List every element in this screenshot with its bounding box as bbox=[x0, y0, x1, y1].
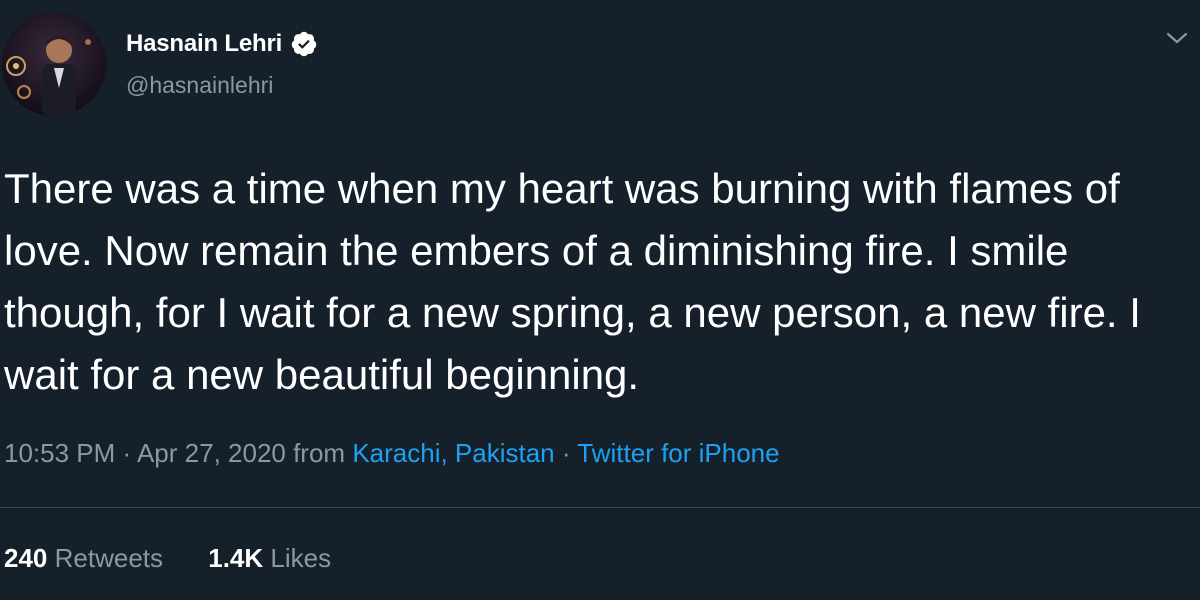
likes-label: Likes bbox=[270, 543, 332, 573]
tweet-date[interactable]: Apr 27, 2020 bbox=[137, 438, 286, 468]
retweets-stat[interactable]: 240 Retweets bbox=[4, 543, 163, 574]
verified-badge-icon bbox=[290, 30, 318, 58]
avatar[interactable] bbox=[2, 12, 106, 116]
meta-separator-2: · bbox=[554, 438, 578, 468]
meta-from-label: from bbox=[285, 438, 353, 468]
tweet-text: There was a time when my heart was burni… bbox=[4, 165, 1141, 398]
tweet-stats: 240 Retweets 1.4K Likes bbox=[4, 543, 369, 574]
likes-count: 1.4K bbox=[208, 543, 264, 573]
retweets-label: Retweets bbox=[54, 543, 164, 573]
author-display-name[interactable]: Hasnain Lehri bbox=[126, 30, 282, 58]
retweets-count: 240 bbox=[4, 543, 48, 573]
author-name-row: Hasnain Lehri bbox=[126, 30, 318, 58]
tweet-meta: 10:53 PM · Apr 27, 2020 from Karachi, Pa… bbox=[4, 438, 780, 469]
likes-stat[interactable]: 1.4K Likes bbox=[208, 543, 331, 574]
meta-separator: · bbox=[115, 438, 137, 468]
author-handle[interactable]: @hasnainlehri bbox=[126, 72, 273, 99]
tweet-source-link[interactable]: Twitter for iPhone bbox=[577, 438, 779, 468]
divider bbox=[0, 507, 1200, 508]
tweet-time[interactable]: 10:53 PM bbox=[4, 438, 115, 468]
chevron-down-icon[interactable] bbox=[1164, 28, 1190, 48]
tweet-location-link[interactable]: Karachi, Pakistan bbox=[352, 438, 554, 468]
